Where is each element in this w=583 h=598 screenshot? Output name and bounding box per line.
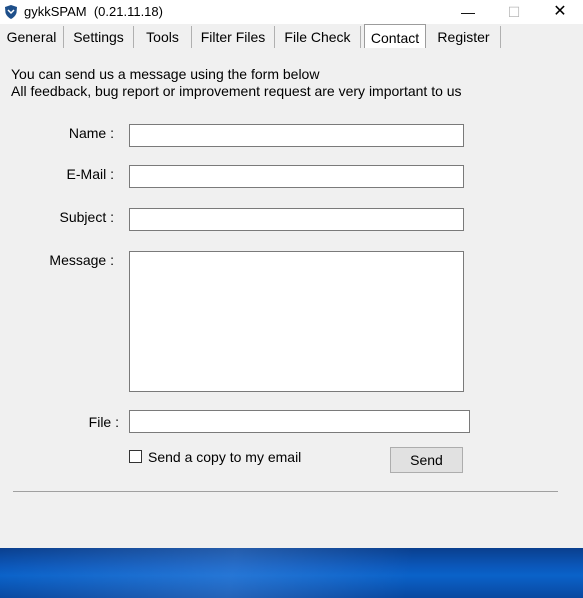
window-title: gykkSPAM (0.21.11.18) bbox=[24, 4, 163, 19]
message-label: Message : bbox=[49, 252, 114, 268]
file-label: File : bbox=[88, 414, 119, 430]
message-field[interactable] bbox=[129, 251, 464, 392]
minimize-button[interactable]: — bbox=[445, 0, 491, 24]
shield-icon bbox=[5, 5, 17, 19]
send-copy-label[interactable]: Send a copy to my email bbox=[148, 449, 301, 465]
name-label: Name : bbox=[68, 125, 114, 141]
divider bbox=[13, 491, 558, 492]
close-button[interactable]: ✕ bbox=[537, 0, 583, 24]
tab-strip: General Settings Tools Filter Files File… bbox=[0, 24, 583, 49]
tab-tools[interactable]: Tools bbox=[134, 26, 192, 48]
email-label: E-Mail : bbox=[66, 166, 114, 182]
subject-label: Subject : bbox=[59, 209, 114, 225]
tab-filter-files[interactable]: Filter Files bbox=[192, 26, 275, 48]
maximize-button[interactable]: ☐ bbox=[491, 0, 537, 24]
send-button[interactable]: Send bbox=[390, 447, 463, 473]
file-field[interactable] bbox=[129, 410, 470, 433]
intro-line-1: You can send us a message using the form… bbox=[11, 66, 320, 82]
tab-register[interactable]: Register bbox=[427, 26, 501, 48]
tab-file-check[interactable]: File Check bbox=[275, 26, 361, 48]
subject-field[interactable] bbox=[129, 208, 464, 231]
send-copy-checkbox[interactable] bbox=[129, 450, 142, 463]
intro-line-2: All feedback, bug report or improvement … bbox=[11, 83, 462, 99]
name-field[interactable] bbox=[129, 124, 464, 147]
tab-settings[interactable]: Settings bbox=[64, 26, 134, 48]
tab-contact[interactable]: Contact bbox=[364, 24, 426, 48]
desktop-background bbox=[0, 548, 583, 598]
email-field[interactable] bbox=[129, 165, 464, 188]
tab-general[interactable]: General bbox=[0, 26, 64, 48]
title-bar: gykkSPAM (0.21.11.18) — ☐ ✕ bbox=[0, 0, 583, 24]
